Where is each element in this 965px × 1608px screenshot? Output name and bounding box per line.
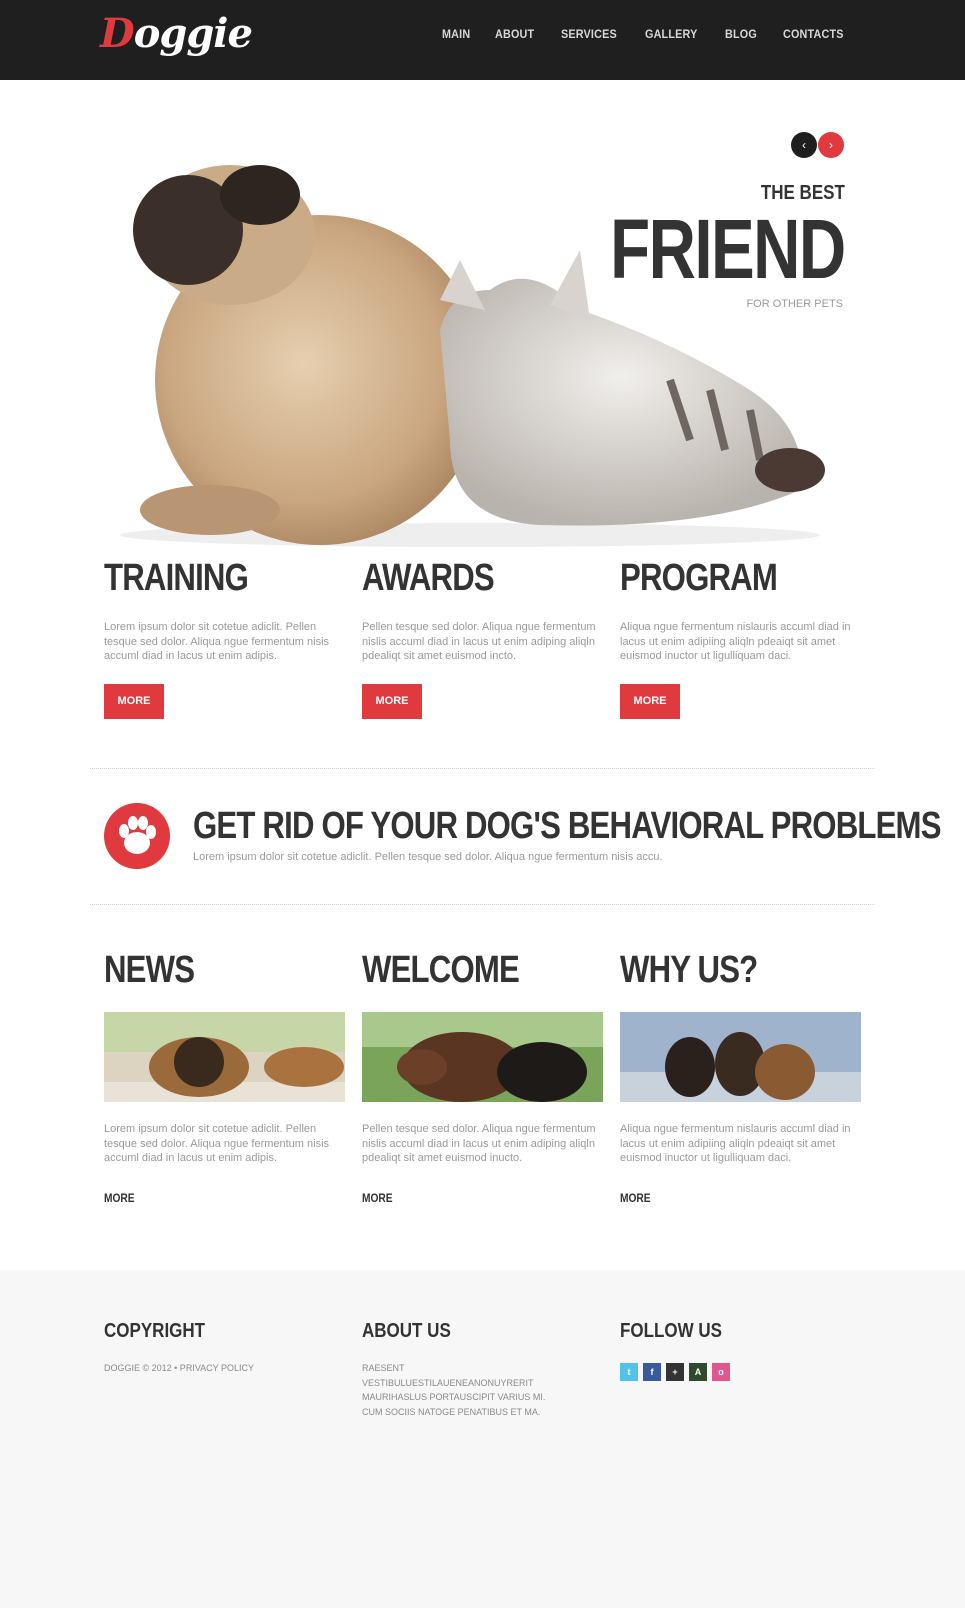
article-news: NEWS Lorem ipsum dolor sit cotetue adicl… — [104, 949, 345, 1207]
footer-copyright-title: COPYRIGHT — [104, 1320, 206, 1342]
feature-text: Aliqua ngue fermentum nislauris accuml d… — [620, 621, 851, 662]
german-shepherd-lying-photo[interactable] — [104, 1012, 345, 1102]
logo[interactable]: Doggie — [100, 10, 253, 70]
site-footer: COPYRIGHT DOGGIE © 2012 • PRIVACY POLICY… — [0, 1270, 965, 1608]
divider — [90, 768, 875, 769]
social-links: t f + A o — [620, 1363, 860, 1381]
picasa-icon[interactable]: A — [689, 1363, 707, 1381]
nav-gallery[interactable]: GALLERY — [645, 27, 697, 41]
google-plus-icon[interactable]: + — [666, 1363, 684, 1381]
feature-program: PROGRAM Aliqua ngue fermentum nislauris … — [620, 557, 860, 719]
feature-title: AWARDS — [362, 557, 495, 599]
article-text: Pellen tesque sed dolor. Aliqua ngue fer… — [362, 1123, 596, 1164]
site-header: Doggie MAIN ABOUT SERVICES GALLERY BLOG … — [0, 0, 965, 80]
nav-about[interactable]: ABOUT — [495, 27, 534, 41]
footer-copyright-text: DOGGIE © 2012 • PRIVACY POLICY — [104, 1363, 255, 1373]
paw-icon — [104, 803, 170, 869]
article-title: WHY US? — [620, 949, 758, 991]
program-more-button[interactable]: MORE — [620, 683, 680, 719]
feature-title: TRAINING — [104, 557, 249, 599]
nav-main[interactable]: MAIN — [442, 27, 470, 41]
logo-initial: D — [100, 10, 135, 57]
feature-awards: AWARDS Pellen tesque sed dolor. Aliqua n… — [362, 557, 602, 719]
article-text: Lorem ipsum dolor sit cotetue adiclit. P… — [104, 1123, 330, 1164]
hero-subline: FOR OTHER PETS — [746, 298, 843, 310]
why-us-more-link[interactable]: MORE — [620, 1191, 651, 1205]
feature-text: Lorem ipsum dolor sit cotetue adiclit. P… — [104, 621, 330, 662]
three-shepherds-photo[interactable] — [620, 1012, 861, 1102]
twitter-icon[interactable]: t — [620, 1363, 638, 1381]
footer-about-text: RAESENT VESTIBULUESTILAUENEANONUYRERIT M… — [362, 1363, 546, 1417]
footer-about: ABOUT US RAESENT VESTIBULUESTILAUENEANON… — [362, 1320, 562, 1419]
main-nav: MAIN ABOUT SERVICES GALLERY BLOG CONTACT… — [442, 27, 850, 41]
promo-title: GET RID OF YOUR DOG'S BEHAVIORAL PROBLEM… — [193, 805, 941, 847]
nav-blog[interactable]: BLOG — [725, 27, 757, 41]
article-text: Aliqua ngue fermentum nislauris accuml d… — [620, 1123, 851, 1164]
article-why-us: WHY US? Aliqua ngue fermentum nislauris … — [620, 949, 861, 1207]
slider-next-button[interactable]: › — [818, 132, 844, 158]
divider — [90, 904, 875, 905]
hero-slider: ‹ › THE BEST FRIEND FOR OTHER PETS — [0, 80, 965, 547]
footer-follow-title: FOLLOW US — [620, 1320, 722, 1342]
dribbble-icon[interactable]: o — [712, 1363, 730, 1381]
dobermans-photo[interactable] — [362, 1012, 603, 1102]
footer-about-title: ABOUT US — [362, 1320, 451, 1342]
footer-follow: FOLLOW US t f + A o — [620, 1320, 860, 1381]
news-more-link[interactable]: MORE — [104, 1191, 135, 1205]
feature-title: PROGRAM — [620, 557, 778, 599]
welcome-more-link[interactable]: MORE — [362, 1191, 393, 1205]
logo-rest: oggie — [133, 10, 253, 57]
article-title: NEWS — [104, 949, 195, 991]
facebook-icon[interactable]: f — [643, 1363, 661, 1381]
nav-services[interactable]: SERVICES — [561, 27, 617, 41]
nav-contacts[interactable]: CONTACTS — [783, 27, 844, 41]
awards-more-button[interactable]: MORE — [362, 683, 422, 719]
slider-prev-button[interactable]: ‹ — [791, 132, 817, 158]
footer-copyright: COPYRIGHT DOGGIE © 2012 • PRIVACY POLICY — [104, 1320, 344, 1376]
article-welcome: WELCOME Pellen tesque sed dolor. Aliqua … — [362, 949, 603, 1207]
hero-headline: FRIEND — [610, 202, 846, 296]
promo-text: Lorem ipsum dolor sit cotetue adiclit. P… — [193, 851, 663, 863]
feature-text: Pellen tesque sed dolor. Aliqua ngue fer… — [362, 621, 596, 662]
feature-training: TRAINING Lorem ipsum dolor sit cotetue a… — [104, 557, 344, 719]
training-more-button[interactable]: MORE — [104, 683, 164, 719]
article-title: WELCOME — [362, 949, 520, 991]
